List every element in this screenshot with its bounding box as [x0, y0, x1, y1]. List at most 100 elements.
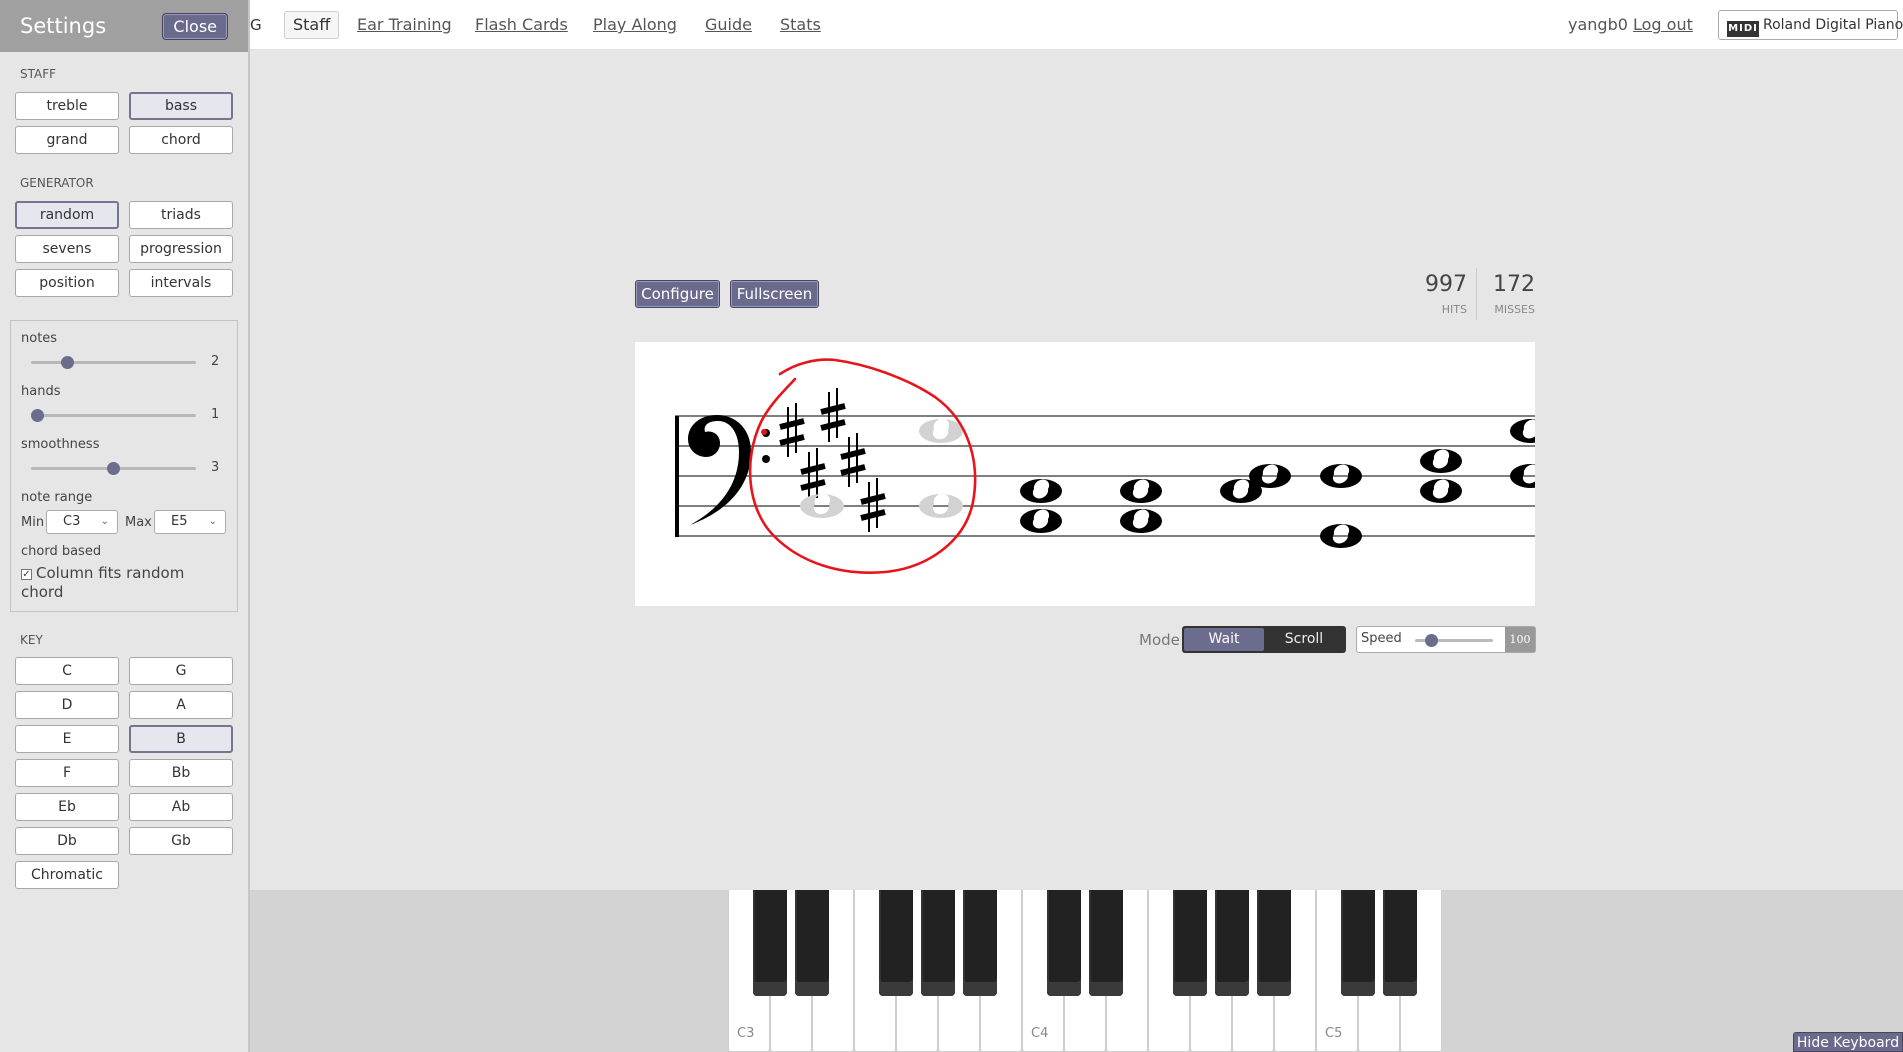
range-min-value: C3	[63, 514, 81, 529]
black-key[interactable]	[1089, 890, 1123, 996]
staff-options: treble bass grand chord	[15, 92, 233, 154]
key-option-b[interactable]: B	[129, 725, 233, 753]
range-min-select[interactable]: C3 ⌄	[46, 510, 118, 534]
black-key[interactable]	[1173, 890, 1207, 996]
sidebar-header: Settings Close	[0, 0, 248, 52]
mode-toggle: Wait Scroll	[1182, 626, 1346, 653]
logout-link[interactable]: Log out	[1633, 15, 1693, 34]
smoothness-slider-thumb[interactable]	[107, 462, 120, 475]
staff-option-treble[interactable]: treble	[15, 92, 119, 120]
tab-play-along[interactable]: Play Along	[593, 15, 677, 34]
speed-slider-thumb[interactable]	[1424, 634, 1438, 647]
range-max-select[interactable]: E5 ⌄	[154, 510, 226, 534]
hands-label: hands	[21, 384, 61, 399]
black-key[interactable]	[753, 890, 787, 996]
black-key[interactable]	[1383, 890, 1417, 996]
speed-control: Speed 100	[1356, 626, 1536, 653]
bass-staff-notation	[675, 358, 1535, 574]
hide-keyboard-button[interactable]: Hide Keyboard	[1793, 1032, 1903, 1052]
configure-button[interactable]: Configure	[635, 280, 720, 308]
upcoming-notes	[1020, 419, 1535, 548]
piano-keyboard: C3 C4 C5	[728, 890, 1442, 1052]
black-key[interactable]	[963, 890, 997, 996]
notes-slider[interactable]	[31, 356, 196, 369]
tab-ear-training[interactable]: Ear Training	[357, 15, 452, 34]
chevron-down-icon: ⌄	[100, 516, 109, 527]
key-option-g[interactable]: G	[129, 657, 233, 685]
misses-count: 172	[1493, 272, 1535, 297]
brand-logo[interactable]: G	[250, 16, 262, 34]
staff-option-chord[interactable]: chord	[129, 126, 233, 154]
misses-label: MISSES	[1494, 303, 1535, 316]
tab-flash-cards[interactable]: Flash Cards	[475, 15, 568, 34]
column-fits-checkbox-row[interactable]: ✓ Column fits random chord	[21, 564, 231, 602]
black-key[interactable]	[921, 890, 955, 996]
hits-label: HITS	[1441, 303, 1467, 316]
speed-value: 100	[1505, 627, 1535, 652]
tab-stats[interactable]: Stats	[780, 15, 821, 34]
range-max-value: E5	[171, 514, 188, 529]
generator-option-triads[interactable]: triads	[129, 201, 233, 229]
top-nav: G Staff Ear Training Flash Cards Play Al…	[250, 0, 1903, 50]
smoothness-slider[interactable]	[31, 462, 196, 475]
notes-value: 2	[211, 354, 220, 369]
black-key[interactable]	[1341, 890, 1375, 996]
tab-guide[interactable]: Guide	[705, 15, 752, 34]
midi-device-button[interactable]: MIDI Roland Digital Piano	[1718, 10, 1903, 40]
key-option-ab[interactable]: Ab	[129, 793, 233, 821]
tab-staff[interactable]: Staff	[284, 11, 340, 39]
key-option-e[interactable]: E	[15, 725, 119, 753]
staff-section-label: STAFF	[20, 67, 57, 81]
midi-device-name: Roland Digital Piano	[1763, 17, 1903, 33]
close-button[interactable]: Close	[162, 12, 228, 40]
staff-option-bass[interactable]: bass	[129, 92, 233, 120]
chevron-down-icon: ⌄	[208, 516, 217, 527]
mode-option-wait[interactable]: Wait	[1184, 628, 1264, 651]
column-fits-checkbox-label: Column fits random chord	[21, 564, 185, 601]
key-option-chromatic[interactable]: Chromatic	[15, 861, 119, 889]
column-fits-checkbox[interactable]: ✓	[21, 569, 32, 580]
key-option-c[interactable]: C	[15, 657, 119, 685]
key-section-label: KEY	[20, 633, 43, 647]
fullscreen-button[interactable]: Fullscreen	[730, 280, 819, 308]
key-option-f[interactable]: F	[15, 759, 119, 787]
generator-options: random triads sevens progression positio…	[15, 201, 233, 297]
generator-option-position[interactable]: position	[15, 269, 119, 297]
black-key[interactable]	[1257, 890, 1291, 996]
speed-label: Speed	[1361, 631, 1402, 646]
staff-panel	[635, 342, 1535, 606]
black-key[interactable]	[1047, 890, 1081, 996]
key-option-eb[interactable]: Eb	[15, 793, 119, 821]
generator-option-random[interactable]: random	[15, 201, 119, 229]
octave-label-c3: C3	[737, 1026, 755, 1041]
black-key[interactable]	[795, 890, 829, 996]
notes-slider-thumb[interactable]	[61, 356, 75, 369]
octave-label-c4: C4	[1031, 1026, 1049, 1041]
octave-label-c5: C5	[1325, 1026, 1343, 1041]
key-options: C G D A E B F Bb Eb Ab Db Gb Chromatic	[15, 657, 233, 889]
username: yangb0	[1568, 15, 1628, 34]
chord-based-label: chord based	[21, 544, 102, 559]
note-range-label: note range	[21, 490, 93, 505]
black-key[interactable]	[879, 890, 913, 996]
hands-slider-thumb[interactable]	[31, 409, 44, 422]
generator-params-panel: notes 2 hands 1 smoothness 3 note range …	[10, 320, 238, 612]
generator-option-intervals[interactable]: intervals	[129, 269, 233, 297]
hands-slider[interactable]	[31, 409, 196, 422]
generator-option-sevens[interactable]: sevens	[15, 235, 119, 263]
settings-sidebar: Settings Close STAFF treble bass grand c…	[0, 0, 250, 1052]
staff-option-grand[interactable]: grand	[15, 126, 119, 154]
speed-slider[interactable]	[1415, 634, 1493, 647]
key-option-a[interactable]: A	[129, 691, 233, 719]
staff-lines	[675, 415, 1535, 537]
key-option-d[interactable]: D	[15, 691, 119, 719]
key-option-bb[interactable]: Bb	[129, 759, 233, 787]
range-max-label: Max	[125, 515, 152, 530]
key-option-gb[interactable]: Gb	[129, 827, 233, 855]
generator-option-progression[interactable]: progression	[129, 235, 233, 263]
mode-label: Mode	[1139, 631, 1180, 649]
key-option-db[interactable]: Db	[15, 827, 119, 855]
smoothness-label: smoothness	[21, 437, 100, 452]
black-key[interactable]	[1215, 890, 1249, 996]
mode-option-scroll[interactable]: Scroll	[1264, 628, 1344, 651]
